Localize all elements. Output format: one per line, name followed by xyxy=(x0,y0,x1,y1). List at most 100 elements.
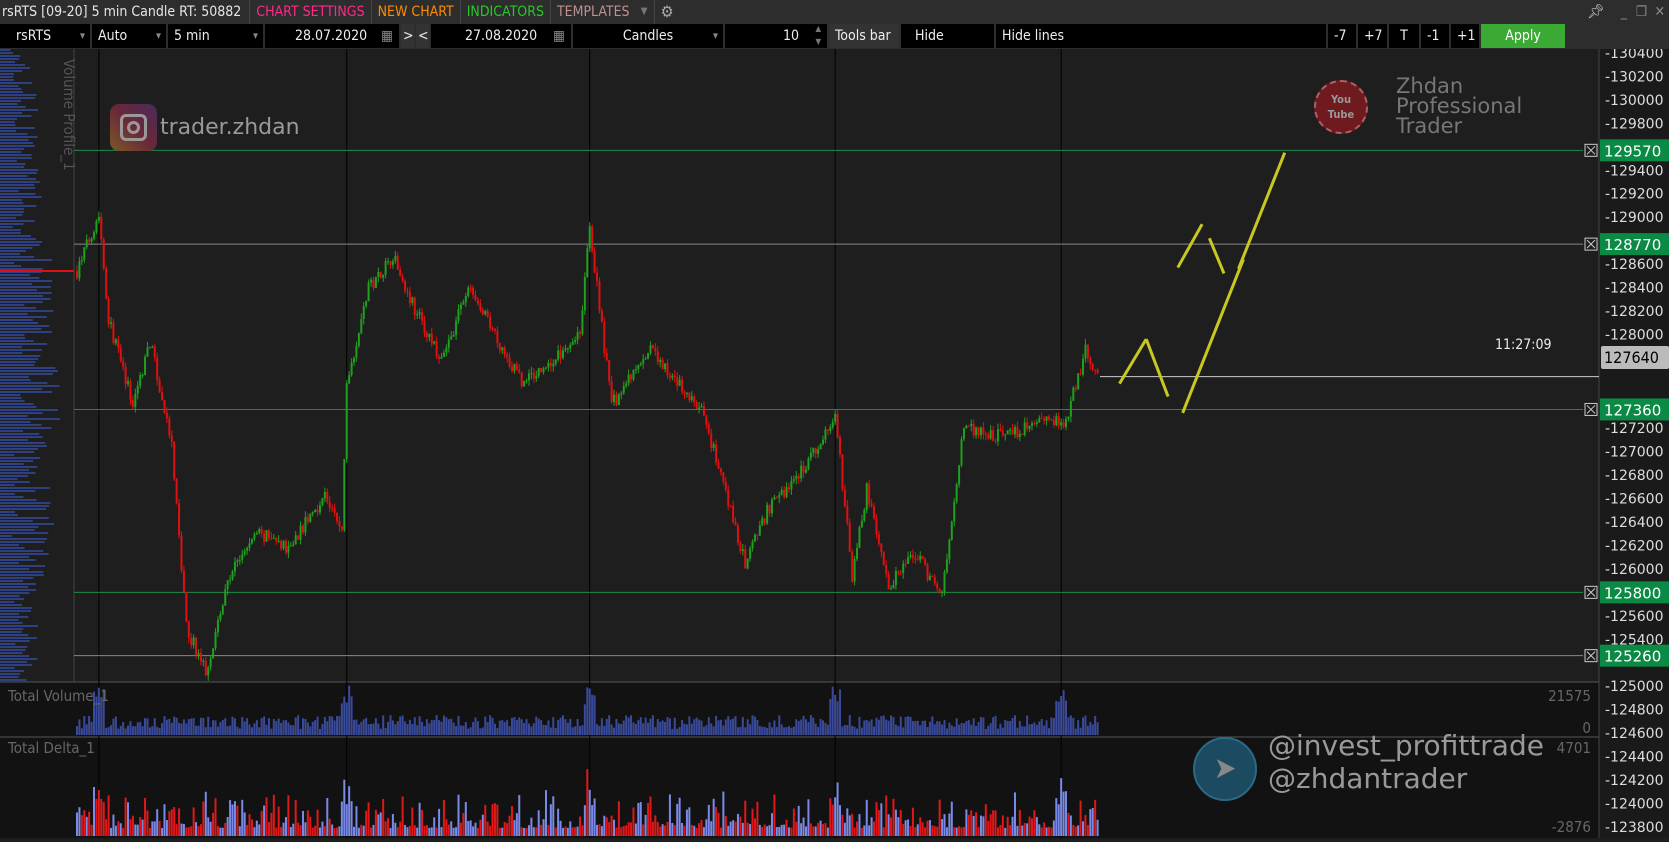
volume-bar xyxy=(438,720,441,735)
profile-bar xyxy=(0,424,42,426)
profile-bar xyxy=(0,394,21,396)
t-button[interactable]: T xyxy=(1389,24,1419,48)
candle xyxy=(408,292,411,303)
candle xyxy=(953,501,956,522)
delta-bar xyxy=(656,822,659,836)
count-stepper[interactable]: 10 ▲ ▼ xyxy=(725,24,827,48)
volume-bar xyxy=(231,716,234,735)
delta-bar xyxy=(547,824,550,836)
candle xyxy=(805,469,807,473)
delta-bar xyxy=(625,825,628,836)
volume-bar xyxy=(795,719,798,735)
delta-bar xyxy=(593,798,596,836)
timeframe-select[interactable]: 5 min xyxy=(168,24,263,48)
stepper-arrows-icon[interactable]: ▲ ▼ xyxy=(815,22,821,48)
restore-icon[interactable]: ❐ xyxy=(1636,4,1647,20)
chart-area[interactable]: 129570 128770 127360 125800 125260 -130400 -13… xyxy=(0,46,1669,838)
volume-bar xyxy=(1033,722,1036,735)
menu-indicators[interactable]: INDICATORS xyxy=(459,0,550,24)
minus1-button[interactable]: -1 xyxy=(1421,24,1449,48)
volume-bar xyxy=(945,728,948,735)
volume-bar xyxy=(321,723,324,735)
price-tick: -126400 xyxy=(1605,515,1664,531)
delta-bar xyxy=(702,827,705,836)
gears-icon[interactable]: ⚙ xyxy=(653,0,680,24)
minus7-button[interactable]: -7 xyxy=(1328,24,1356,48)
volume-bar xyxy=(1055,700,1058,735)
profile-bar xyxy=(0,103,18,105)
profile-bar xyxy=(0,148,25,150)
hide-lines-button[interactable]: Hide lines xyxy=(996,24,1326,48)
candle xyxy=(131,399,134,408)
candle xyxy=(644,358,647,360)
volume-bar xyxy=(248,724,251,735)
profile-bar xyxy=(0,112,23,114)
date-to-input[interactable]: 27.08.2020 ▦ xyxy=(431,24,571,48)
volume-bar xyxy=(319,728,321,735)
delta-bar xyxy=(299,825,302,836)
plus7-button[interactable]: +7 xyxy=(1358,24,1387,48)
profile-bar xyxy=(0,391,53,393)
volume-bar xyxy=(173,716,176,735)
volume-bar xyxy=(958,724,961,735)
volume-bar xyxy=(333,720,336,735)
volume-bar xyxy=(447,719,450,735)
delta-bar xyxy=(610,815,613,836)
profile-bar xyxy=(0,622,23,624)
volume-bar xyxy=(885,719,888,735)
candle xyxy=(673,375,676,378)
minimize-icon[interactable]: _ xyxy=(1621,4,1627,20)
candle xyxy=(306,517,309,522)
shift-left-button[interactable]: < xyxy=(416,24,429,48)
candle xyxy=(139,375,142,386)
profile-bar xyxy=(0,667,15,669)
volume-bar xyxy=(144,718,147,735)
volume-bar xyxy=(909,716,912,735)
candle xyxy=(557,350,560,360)
volume-bar xyxy=(433,720,436,735)
volume-bar xyxy=(770,727,773,735)
delta-bar xyxy=(975,812,978,836)
candle xyxy=(289,545,292,547)
candle xyxy=(212,648,215,659)
profile-bar xyxy=(0,115,32,117)
calendar-icon[interactable]: ▦ xyxy=(381,24,393,48)
delta-bar xyxy=(739,816,742,836)
volume-bar xyxy=(790,727,793,735)
menu-chart-settings[interactable]: CHART SETTINGS xyxy=(249,0,370,24)
calendar-icon[interactable]: ▦ xyxy=(553,24,565,48)
candle xyxy=(355,345,358,358)
profile-bar xyxy=(0,307,37,309)
tools-bar-button[interactable]: Tools bar xyxy=(829,24,899,48)
menu-templates[interactable]: TEMPLATES ▼ xyxy=(549,0,654,24)
close-icon[interactable]: ✕ xyxy=(1654,4,1665,20)
chart-type-select[interactable]: Candles xyxy=(573,24,723,48)
delta-bar xyxy=(165,820,168,836)
profile-bar xyxy=(0,400,25,402)
profile-bar xyxy=(0,100,21,102)
volume-bar xyxy=(83,716,86,735)
apply-button[interactable]: Apply xyxy=(1481,24,1565,48)
hide-drawing-button[interactable]: Hide drawing xyxy=(901,24,994,68)
profile-bar xyxy=(0,151,22,153)
volume-min-label: 0 xyxy=(1582,719,1591,737)
candle xyxy=(404,280,407,291)
candle xyxy=(272,538,275,540)
delta-bar xyxy=(85,816,88,836)
shift-right-button[interactable]: > xyxy=(401,24,414,48)
menu-new-chart[interactable]: NEW CHART xyxy=(370,0,460,24)
plus1-button[interactable]: +1 xyxy=(1451,24,1479,48)
scale-select[interactable]: Auto xyxy=(92,24,166,48)
candle xyxy=(340,526,343,530)
date-from-input[interactable]: 28.07.2020 ▦ xyxy=(265,24,399,48)
delta-bar xyxy=(931,825,934,836)
price-tick: -126600 xyxy=(1605,492,1664,508)
volume-bar xyxy=(924,720,927,735)
candle xyxy=(756,534,759,536)
candle xyxy=(158,380,161,393)
pin-icon[interactable]: 📌︎ xyxy=(1587,4,1605,20)
delta-bar xyxy=(620,827,623,836)
candle xyxy=(418,312,421,315)
symbol-select[interactable]: rsRTS xyxy=(0,24,90,48)
price-chart[interactable]: 129570128770127360125800125260-130400-13… xyxy=(0,46,1669,838)
